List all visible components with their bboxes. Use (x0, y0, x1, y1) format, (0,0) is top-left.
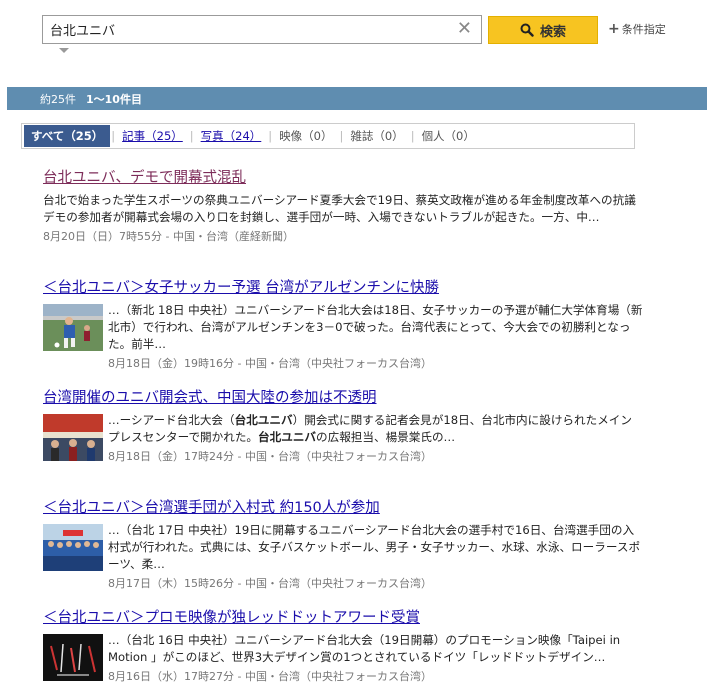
result-title-link[interactable]: ＜台北ユニバ＞プロモ映像が独レッドドットアワード受賞 (43, 606, 643, 627)
promo-photo-thumbnail[interactable] (43, 634, 103, 681)
result-item: ＜台北ユニバ＞女子サッカー予選 台湾がアルゼンチンに快勝 …（新北 18日 中央… (43, 276, 643, 371)
result-item: ＜台北ユニバ＞プロモ映像が独レッドドットアワード受賞 …（台北 16日 中央社）… (43, 606, 643, 684)
result-snippet: …ーシアード台北大会（台北ユニバ）開会式に関する記者会見が18日、台北市内に設け… (108, 412, 643, 446)
search-box: ✕ (42, 15, 482, 44)
result-snippet: …（新北 18日 中央社）ユニバーシアード台北大会は18日、女子サッカーの予選が… (108, 303, 643, 351)
press-photo-thumbnail[interactable] (43, 414, 103, 461)
conditions-label: 条件指定 (621, 23, 666, 36)
filter-tabs: すべて（25） | 記事（25） | 写真（24） | 映像（0） | 雑誌（0… (21, 123, 635, 149)
result-title-link[interactable]: ＜台北ユニバ＞女子サッカー予選 台湾がアルゼンチンに快勝 (43, 276, 643, 297)
search-button-label: 検索 (539, 24, 566, 40)
snippet-highlight: 台北ユニバ (234, 413, 293, 427)
result-snippet: …（台北 17日 中央社）19日に開幕するユニバーシアード台北大会の選手村で16… (108, 523, 641, 571)
tab-articles[interactable]: 記事（25） (116, 128, 189, 144)
result-count-bar: 約25件 1〜10件目 (7, 87, 707, 110)
result-item: ＜台北ユニバ＞台湾選手団が入村式 約150人が参加 …（台北 17日 中央社）1… (43, 496, 643, 591)
result-meta: 8月20日（日）7時55分 - 中国・台湾（産経新聞） (43, 230, 294, 243)
tab-people: 個人（0） (421, 129, 475, 143)
search-input[interactable] (43, 16, 453, 43)
result-count: 約25件 (40, 92, 76, 106)
result-title-link[interactable]: 台湾開催のユニバ開会式、中国大陸の参加は不透明 (43, 386, 643, 407)
result-snippet: …（台北 16日 中央社）ユニバーシアード台北大会（19日開幕）のプロモーション… (108, 633, 621, 664)
result-range: 1〜10件目 (86, 92, 142, 106)
snippet-highlight: 台北ユニバ (258, 430, 317, 444)
tab-magazines: 雑誌（0） (350, 129, 404, 143)
search-icon (520, 23, 534, 37)
result-title-link[interactable]: 台北ユニバ、デモで開幕式混乱 (43, 166, 643, 187)
snippet-text: …ーシアード台北大会（ (108, 413, 235, 427)
soccer-photo-thumbnail[interactable] (43, 304, 103, 351)
search-button[interactable]: 検索 (488, 16, 598, 44)
tab-all[interactable]: すべて（25） (24, 125, 111, 147)
result-item: 台湾開催のユニバ開会式、中国大陸の参加は不透明 …ーシアード台北大会（台北ユニバ… (43, 386, 643, 464)
conditions-link[interactable]: + 条件指定 (608, 21, 666, 37)
result-title-link[interactable]: ＜台北ユニバ＞台湾選手団が入村式 約150人が参加 (43, 496, 643, 517)
result-meta: 8月17日（木）15時26分 - 中国・台湾（中央社フォーカス台湾） (108, 577, 432, 590)
search-dropdown-caret-icon[interactable] (59, 48, 69, 53)
close-icon[interactable]: ✕ (457, 20, 472, 38)
result-snippet: 台北で始まった学生スポーツの祭典ユニバーシアード夏季大会で19日、蔡英文政権が進… (43, 193, 636, 224)
snippet-text: の広報担当、楊景棠氏の… (316, 430, 456, 444)
result-meta: 8月18日（金）19時16分 - 中国・台湾（中央社フォーカス台湾） (108, 357, 432, 370)
team-photo-thumbnail[interactable] (43, 524, 103, 571)
plus-icon: + (608, 20, 620, 37)
result-item: 台北ユニバ、デモで開幕式混乱 台北で始まった学生スポーツの祭典ユニバーシアード夏… (43, 166, 643, 244)
tab-photos[interactable]: 写真（24） (195, 128, 268, 144)
result-meta: 8月18日（金）17時24分 - 中国・台湾（中央社フォーカス台湾） (108, 450, 432, 463)
tab-video: 映像（0） (279, 129, 333, 143)
result-meta: 8月16日（水）17時27分 - 中国・台湾（中央社フォーカス台湾） (108, 670, 432, 683)
